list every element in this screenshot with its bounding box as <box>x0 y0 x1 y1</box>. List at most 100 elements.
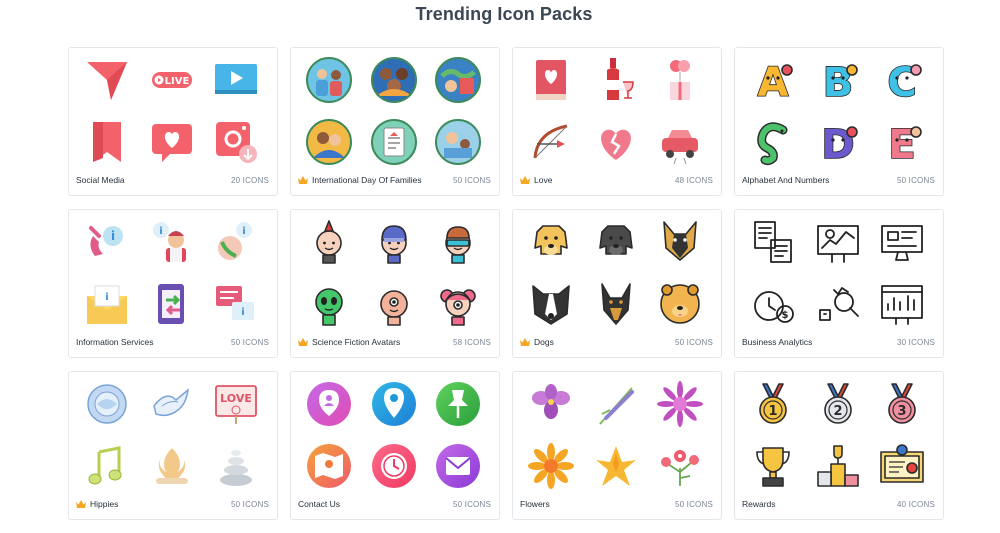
pack-name[interactable]: Alphabet And Numbers <box>742 175 829 185</box>
icon-pack-card[interactable]: International Day Of Families 50 ICONS <box>290 47 500 196</box>
icon-pack-card[interactable]: A B C D E Alphabet And Numbers 50 ICONS <box>734 47 944 196</box>
lily-icon <box>592 442 640 490</box>
pack-footer: Hippies 50 ICONS <box>76 498 269 510</box>
pack-footer: Dogs 50 ICONS <box>520 336 713 348</box>
red-flowers-icon <box>656 442 704 490</box>
info-phone-transfer-icon <box>148 280 196 328</box>
svg-text:1: 1 <box>768 404 777 419</box>
letter-c-icon: C <box>878 56 926 104</box>
info-call-icon: i <box>212 218 260 266</box>
broken-heart-icon <box>592 118 640 166</box>
pack-name[interactable]: Dogs <box>534 337 554 347</box>
love-sign-icon: LOVE <box>212 380 260 428</box>
icon-preview-grid <box>291 54 499 174</box>
heart-message-icon <box>148 118 196 166</box>
pack-name[interactable]: Science Fiction Avatars <box>312 337 400 347</box>
icon-pack-card[interactable]: i i i i i Information Services 50 ICONS <box>68 209 278 358</box>
icon-pack-card[interactable]: Dogs 50 ICONS <box>512 209 722 358</box>
send-icon <box>83 56 131 104</box>
lavender-icon <box>592 380 640 428</box>
svg-text:LOVE: LOVE <box>220 392 252 405</box>
svg-text:2: 2 <box>833 404 842 419</box>
pack-name[interactable]: Hippies <box>90 499 118 509</box>
pack-footer: Alphabet And Numbers 50 ICONS <box>742 174 935 186</box>
icon-preview-grid: i i i i i <box>69 216 277 336</box>
icon-preview-grid: $ <box>735 216 943 336</box>
girl-cyclops-avatar-icon <box>434 280 482 328</box>
border-collie-icon <box>527 280 575 328</box>
icon-preview-grid: LIVE <box>69 54 277 174</box>
dove-icon <box>148 380 196 428</box>
icon-pack-card[interactable]: LOVE Hippies 50 ICONS <box>68 371 278 520</box>
icon-pack-card[interactable]: $ Business Analytics 30 ICONS <box>734 209 944 358</box>
svg-text:LIVE: LIVE <box>165 76 190 87</box>
pack-footer: Science Fiction Avatars 58 ICONS <box>298 336 491 348</box>
icon-preview-grid <box>513 54 721 174</box>
pack-name[interactable]: Love <box>534 175 552 185</box>
pack-footer: Business Analytics 30 ICONS <box>742 336 935 348</box>
pack-name[interactable]: Flowers <box>520 499 550 509</box>
podium-icon <box>814 442 862 490</box>
pack-name[interactable]: Social Media <box>76 175 125 185</box>
german-shepherd-icon <box>656 218 704 266</box>
pack-name[interactable]: International Day Of Families <box>312 175 422 185</box>
bronze-medal-icon: 3 <box>878 380 926 428</box>
svg-text:i: i <box>159 226 162 237</box>
pack-footer: Social Media 20 ICONS <box>76 174 269 186</box>
report-icon <box>749 218 797 266</box>
photo-download-icon <box>212 118 260 166</box>
pack-icon-count: 48 ICONS <box>674 175 713 185</box>
icon-preview-grid <box>513 216 721 336</box>
pack-footer: Flowers 50 ICONS <box>520 498 713 510</box>
labrador-icon <box>527 218 575 266</box>
chow-chow-icon <box>656 280 704 328</box>
aster-icon <box>656 380 704 428</box>
pack-name[interactable]: Contact Us <box>298 499 340 509</box>
alien-avatar-icon <box>305 280 353 328</box>
map-pin-icon <box>370 380 418 428</box>
cupid-bow-icon <box>527 118 575 166</box>
bookmark-icon <box>83 118 131 166</box>
icon-pack-card[interactable]: LIVE Social Media 20 ICONS <box>68 47 278 196</box>
pack-name[interactable]: Information Services <box>76 337 153 347</box>
clock-icon <box>370 442 418 490</box>
letter-a-icon: A <box>749 56 797 104</box>
icon-pack-card[interactable]: 1 2 3 Rewards 40 ICONS <box>734 371 944 520</box>
trophy-icon <box>749 442 797 490</box>
pack-name[interactable]: Business Analytics <box>742 337 812 347</box>
icon-pack-card[interactable]: Contact Us 50 ICONS <box>290 371 500 520</box>
icon-preview-grid <box>513 378 721 498</box>
icon-pack-card[interactable]: Love 48 ICONS <box>512 47 722 196</box>
flower-globe-icon <box>83 380 131 428</box>
svg-text:i: i <box>242 226 245 237</box>
pack-footer: Contact Us 50 ICONS <box>298 498 491 510</box>
pack-name[interactable]: Rewards <box>742 499 776 509</box>
svg-text:i: i <box>241 307 244 318</box>
premium-crown-icon <box>520 176 530 184</box>
gerbera-icon <box>527 442 575 490</box>
astronaut-avatar-icon <box>370 218 418 266</box>
info-chat-icon: i <box>212 280 260 328</box>
analytics-board-icon <box>878 280 926 328</box>
icon-pack-card[interactable]: Flowers 50 ICONS <box>512 371 722 520</box>
icon-preview-grid: LOVE <box>69 378 277 498</box>
pushpin-icon <box>434 380 482 428</box>
pack-icon-count: 20 ICONS <box>230 175 269 185</box>
premium-crown-icon <box>298 176 308 184</box>
time-money-icon: $ <box>749 280 797 328</box>
family-globe-icon <box>434 56 482 104</box>
music-note-icon <box>83 442 131 490</box>
pack-icon-count: 50 ICONS <box>230 499 269 509</box>
map-icon <box>305 442 353 490</box>
letter-c-snake-icon <box>749 118 797 166</box>
location-person-icon <box>305 380 353 428</box>
silver-medal-icon: 2 <box>814 380 862 428</box>
wedding-car-icon <box>656 118 704 166</box>
gold-medal-icon: 1 <box>749 380 797 428</box>
love-book-icon <box>527 56 575 104</box>
certificate-icon <box>878 442 926 490</box>
info-phone-icon: i <box>83 218 131 266</box>
family-couple-icon <box>305 56 353 104</box>
icon-pack-card[interactable]: Science Fiction Avatars 58 ICONS <box>290 209 500 358</box>
svg-text:i: i <box>105 292 108 303</box>
